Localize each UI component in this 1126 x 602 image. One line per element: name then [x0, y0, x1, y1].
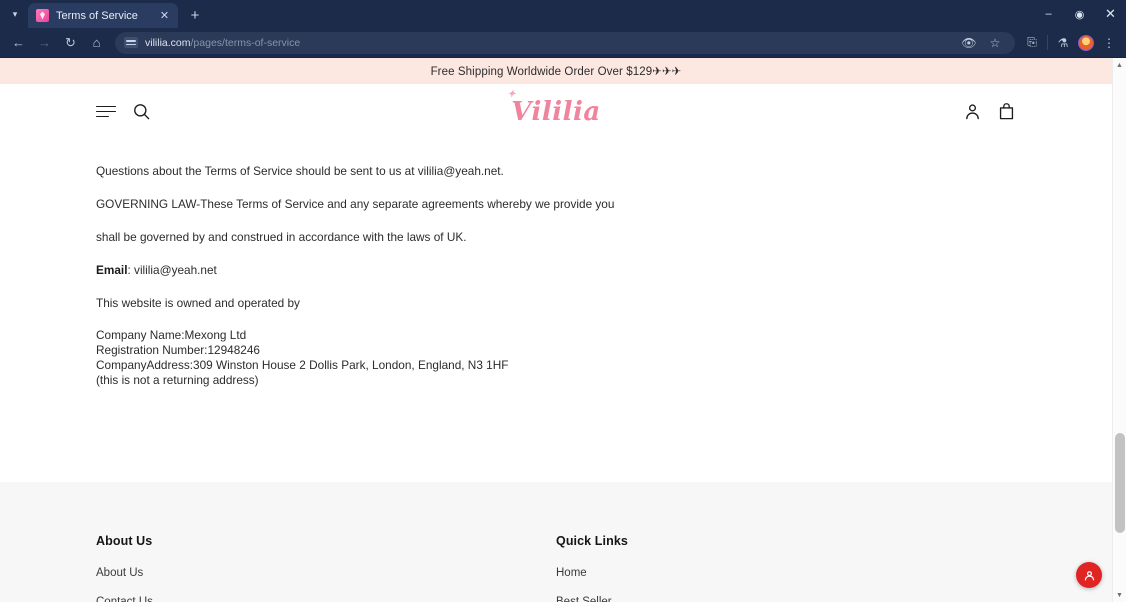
footer-link[interactable]: Home [556, 567, 1016, 579]
footer-column-quick-links: Quick Links Home Best Seller Reborn Baby… [556, 534, 1016, 602]
email-label: Email [96, 263, 128, 278]
browser-tab[interactable]: Terms of Service ✕ [28, 3, 178, 28]
sparkle-icon: ✦ [507, 88, 517, 100]
minimize-icon[interactable]: – [1033, 0, 1064, 28]
company-name-line: Company Name:Mexong Ltd [96, 328, 247, 343]
profile-avatar[interactable] [1075, 32, 1097, 54]
footer-link[interactable]: Best Seller [556, 596, 1016, 602]
chevron-down-icon[interactable]: ▾ [4, 3, 26, 25]
email-value: : vililia@yeah.net [127, 263, 217, 278]
new-tab-button[interactable]: + [184, 4, 206, 26]
company-address-line: CompanyAddress:309 Winston House 2 Dolli… [96, 358, 509, 373]
browser-window: ▾ Terms of Service ✕ + – ◉ ✕ ← → ↻ ⌂ vil… [0, 0, 1126, 602]
announcement-text: Free Shipping Worldwide Order Over $129✈… [430, 66, 682, 78]
address-bar[interactable]: vililia.com/pages/terms-of-service 👁 ☆ [115, 31, 1015, 54]
site-header: ✦ Vililia [0, 84, 1112, 139]
scroll-down-icon[interactable]: ▼ [1113, 588, 1126, 602]
address-note-line: (this is not a returning address) [96, 373, 259, 388]
paragraph-governing-law-2: shall be governed by and construed in ac… [96, 230, 467, 245]
paragraph-contact: Questions about the Terms of Service sho… [96, 164, 504, 178]
logo-text: Vililia [511, 96, 601, 127]
footer-column-title: About Us [96, 534, 153, 548]
reload-icon[interactable]: ↻ [58, 30, 83, 55]
maximize-icon[interactable]: ◉ [1064, 0, 1095, 28]
window-close-icon[interactable]: ✕ [1095, 0, 1126, 28]
browser-toolbar: ← → ↻ ⌂ vililia.com/pages/terms-of-servi… [0, 28, 1126, 58]
window-controls: – ◉ ✕ [1033, 0, 1126, 28]
page-scrollbar[interactable]: ▲ ▼ [1112, 58, 1126, 602]
scrollbar-thumb[interactable] [1115, 433, 1125, 533]
eye-slash-icon[interactable]: 👁 [958, 32, 980, 54]
scroll-up-icon[interactable]: ▲ [1113, 58, 1126, 72]
home-icon[interactable]: ⌂ [84, 30, 109, 55]
support-chat-icon[interactable] [1076, 562, 1102, 588]
forward-arrow-icon[interactable]: → [32, 30, 57, 55]
paragraph-ownership: This website is owned and operated by [96, 296, 300, 311]
hamburger-menu-icon[interactable] [96, 105, 116, 119]
url-domain: vililia.com [145, 36, 191, 49]
tab-close-icon[interactable]: ✕ [157, 8, 172, 23]
footer-column-title: Quick Links [556, 534, 628, 548]
back-arrow-icon[interactable]: ← [6, 30, 31, 55]
side-panel-icon[interactable]: ⎘ [1021, 32, 1043, 54]
page-viewport: Free Shipping Worldwide Order Over $129✈… [0, 58, 1126, 602]
three-dot-menu-icon[interactable]: ⋮ [1098, 32, 1120, 54]
site-logo[interactable]: ✦ Vililia [0, 84, 1112, 139]
star-icon[interactable]: ☆ [984, 32, 1006, 54]
tab-title: Terms of Service [56, 9, 138, 22]
site-footer: About Us About Us Contact Us FAQS Shippi… [0, 482, 1112, 602]
address-bar-url: vililia.com/pages/terms-of-service [145, 37, 300, 49]
paragraph-governing-law-1: GOVERNING LAW-These Terms of Service and… [96, 197, 615, 212]
web-page: Free Shipping Worldwide Order Over $129✈… [0, 58, 1112, 602]
site-settings-icon[interactable] [124, 37, 138, 48]
vililia-favicon [36, 9, 49, 22]
registration-number-line: Registration Number:12948246 [96, 343, 260, 358]
footer-column-about-us: About Us About Us Contact Us FAQS Shippi… [96, 534, 556, 602]
announcement-bar: Free Shipping Worldwide Order Over $129✈… [0, 58, 1112, 84]
terms-content: Questions about the Terms of Service sho… [0, 139, 1112, 389]
browser-tab-strip: ▾ Terms of Service ✕ + – ◉ ✕ [0, 0, 1126, 28]
shopping-bag-icon[interactable] [997, 102, 1016, 121]
footer-link[interactable]: Contact Us [96, 596, 556, 602]
url-path: /pages/terms-of-service [190, 36, 301, 49]
footer-link[interactable]: About Us [96, 567, 556, 579]
account-person-icon[interactable] [963, 102, 982, 121]
toolbar-divider [1047, 35, 1048, 50]
paragraph-email: Email: vililia@yeah.net [96, 262, 1016, 279]
company-details: Company Name:Mexong Ltd Registration Num… [96, 328, 1016, 388]
flask-icon[interactable]: ⚗ [1052, 32, 1074, 54]
search-icon[interactable] [132, 102, 151, 121]
